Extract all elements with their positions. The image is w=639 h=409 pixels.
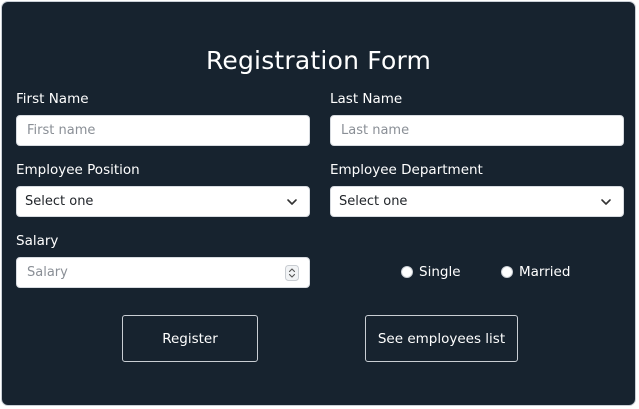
first-name-field: [16, 115, 310, 146]
married-radio-button[interactable]: [501, 266, 513, 278]
first-name-input[interactable]: [17, 116, 309, 145]
radio-single[interactable]: Single: [401, 264, 461, 280]
last-name-field: [330, 115, 624, 146]
department-selected-value: Select one: [339, 194, 408, 209]
salary-input[interactable]: [17, 258, 309, 287]
department-select[interactable]: Select one: [330, 186, 624, 217]
salary-field: [16, 257, 310, 288]
position-label: Employee Position: [16, 162, 140, 178]
single-radio-label: Single: [419, 264, 461, 280]
chevron-down-icon: [601, 199, 611, 205]
first-name-label: First Name: [16, 91, 89, 107]
position-select[interactable]: Select one: [16, 186, 310, 217]
married-radio-label: Married: [519, 264, 571, 280]
registration-card: Registration Form First Name Last Name E…: [1, 1, 636, 406]
position-selected-value: Select one: [25, 194, 94, 209]
department-label: Employee Department: [330, 162, 483, 178]
register-button[interactable]: Register: [122, 315, 258, 362]
last-name-input[interactable]: [331, 116, 623, 145]
last-name-label: Last Name: [330, 91, 403, 107]
spinner-arrows-icon[interactable]: [285, 265, 299, 281]
form-title: Registration Form: [205, 46, 432, 75]
salary-label: Salary: [16, 233, 59, 249]
see-employees-list-button[interactable]: See employees list: [365, 315, 518, 362]
radio-married[interactable]: Married: [501, 264, 570, 280]
chevron-down-icon: [287, 199, 297, 205]
single-radio-button[interactable]: [401, 266, 413, 278]
